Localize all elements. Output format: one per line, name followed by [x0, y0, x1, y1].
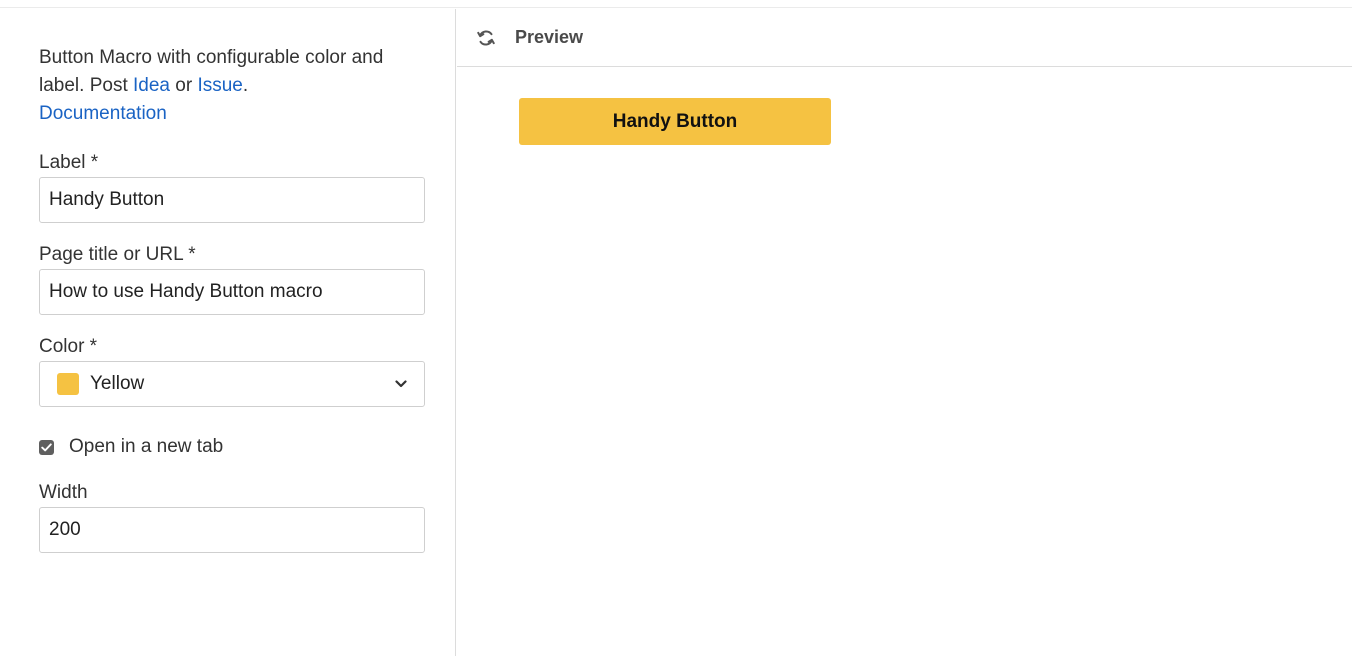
- color-swatch: [57, 373, 79, 395]
- new-tab-label[interactable]: Open in a new tab: [69, 436, 223, 458]
- width-field-label: Width: [39, 482, 88, 503]
- preview-title: Preview: [515, 27, 584, 47]
- description-period: .: [242, 75, 249, 96]
- refresh-icon[interactable]: [476, 28, 496, 48]
- label-field-label: Label *: [39, 152, 99, 173]
- handy-button-preview[interactable]: Handy Button: [519, 98, 831, 145]
- macro-description: Button Macro with configurable color and…: [39, 44, 419, 128]
- width-input[interactable]: 200: [39, 507, 425, 553]
- idea-link[interactable]: Idea: [133, 75, 170, 96]
- new-tab-option: Open in a new tab: [39, 435, 223, 459]
- macro-settings-panel: Button Macro with configurable color and…: [0, 9, 456, 656]
- documentation-link[interactable]: Documentation: [39, 103, 167, 124]
- page-title-input[interactable]: How to use Handy Button macro: [39, 269, 425, 315]
- preview-panel: Preview Handy Button: [457, 9, 1352, 656]
- color-select[interactable]: Yellow: [39, 361, 425, 407]
- color-field-label: Color *: [39, 336, 98, 357]
- label-input[interactable]: Handy Button: [39, 177, 425, 223]
- preview-header: Preview: [457, 9, 1352, 67]
- page-title-field-label: Page title or URL *: [39, 244, 196, 265]
- issue-link[interactable]: Issue: [197, 75, 242, 96]
- checkbox-checked-icon[interactable]: [39, 439, 54, 455]
- chevron-down-icon: [394, 377, 408, 391]
- color-select-value: Yellow: [90, 373, 145, 394]
- top-strip: [0, 0, 1352, 8]
- description-text-or: or: [169, 75, 198, 96]
